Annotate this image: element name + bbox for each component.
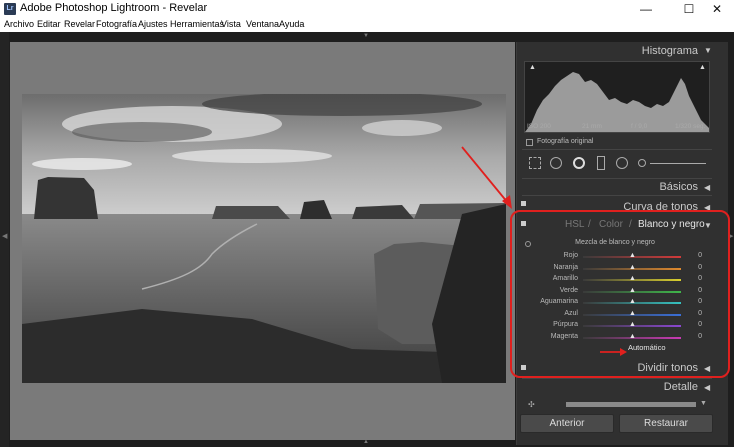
spot-removal-icon[interactable] <box>550 157 562 169</box>
brush-slider[interactable] <box>650 163 706 164</box>
menu-revelar[interactable]: Revelar <box>64 19 95 29</box>
close-button[interactable]: ✕ <box>700 0 734 18</box>
graduated-filter-icon[interactable] <box>597 156 605 170</box>
window-title: Adobe Photoshop Lightroom - Revelar <box>20 2 208 14</box>
menu-editar[interactable]: Editar <box>37 19 61 29</box>
panel-detalle[interactable]: Detalle <box>600 381 698 393</box>
detalle-expand-icon[interactable]: ◀ <box>704 383 710 392</box>
divider <box>522 149 712 150</box>
focal-value: 21 mm <box>582 123 602 130</box>
aperture-value: f / 9,0 <box>631 123 648 130</box>
basicos-expand-icon[interactable]: ◀ <box>704 183 710 192</box>
original-photo-checkbox[interactable] <box>526 139 533 146</box>
red-eye-icon[interactable] <box>573 157 585 169</box>
radial-filter-icon[interactable] <box>616 157 628 169</box>
menu-ventana[interactable]: Ventana <box>246 19 279 29</box>
detail-preview-strip <box>566 402 696 407</box>
landscape-photo[interactable] <box>22 94 506 383</box>
menu-herramientas[interactable]: Herramientas <box>170 19 224 29</box>
menu-ajustes[interactable]: Ajustes <box>138 19 168 29</box>
crop-tool-icon[interactable] <box>529 157 541 169</box>
top-panel-toggle-icon[interactable]: ▼ <box>363 33 369 39</box>
lightroom-app-icon: Lr <box>4 3 16 15</box>
menu-bar: Archivo Editar Revelar Fotografía Ajuste… <box>0 18 734 32</box>
panel-basicos[interactable]: Básicos <box>600 181 698 193</box>
menu-vista[interactable]: Vista <box>221 19 241 29</box>
restaurar-button[interactable]: Restaurar <box>619 414 713 433</box>
menu-archivo[interactable]: Archivo <box>4 19 34 29</box>
menu-ayuda[interactable]: Ayuda <box>279 19 304 29</box>
highlight-clip-icon[interactable]: ▲ <box>699 64 706 71</box>
left-panel-toggle-icon[interactable]: ◀ <box>2 232 7 240</box>
anterior-button[interactable]: Anterior <box>520 414 614 433</box>
histogram-graph <box>525 72 709 132</box>
iso-value: ISO 200 <box>527 123 551 130</box>
shadow-clip-icon[interactable]: ▲ <box>529 64 536 71</box>
shutter-value: 1/320 seg. <box>675 123 706 130</box>
monument-valley-bw-image <box>22 94 506 383</box>
menu-fotografia[interactable]: Fotografía <box>96 19 137 29</box>
divider <box>522 378 712 379</box>
annotation-highlight-box <box>510 210 730 378</box>
divider <box>522 178 712 179</box>
curva-toggle-switch[interactable] <box>521 201 526 206</box>
title-bar: Lr Adobe Photoshop Lightroom - Revelar —… <box>0 0 734 18</box>
minimize-button[interactable]: — <box>629 0 663 18</box>
detail-zoom-icon[interactable]: ✣ <box>528 400 535 409</box>
original-photo-label: Fotografía original <box>537 138 594 145</box>
histogram-title[interactable]: Histograma <box>600 45 698 57</box>
left-panel-strip[interactable]: ◀ <box>0 32 9 447</box>
annotation-arrow <box>460 145 516 211</box>
histogram-collapse-icon[interactable]: ▼ <box>704 46 712 55</box>
adjustment-brush-icon[interactable] <box>638 159 646 167</box>
divider <box>522 195 712 196</box>
detail-dropdown-icon[interactable]: ▼ <box>700 400 707 407</box>
